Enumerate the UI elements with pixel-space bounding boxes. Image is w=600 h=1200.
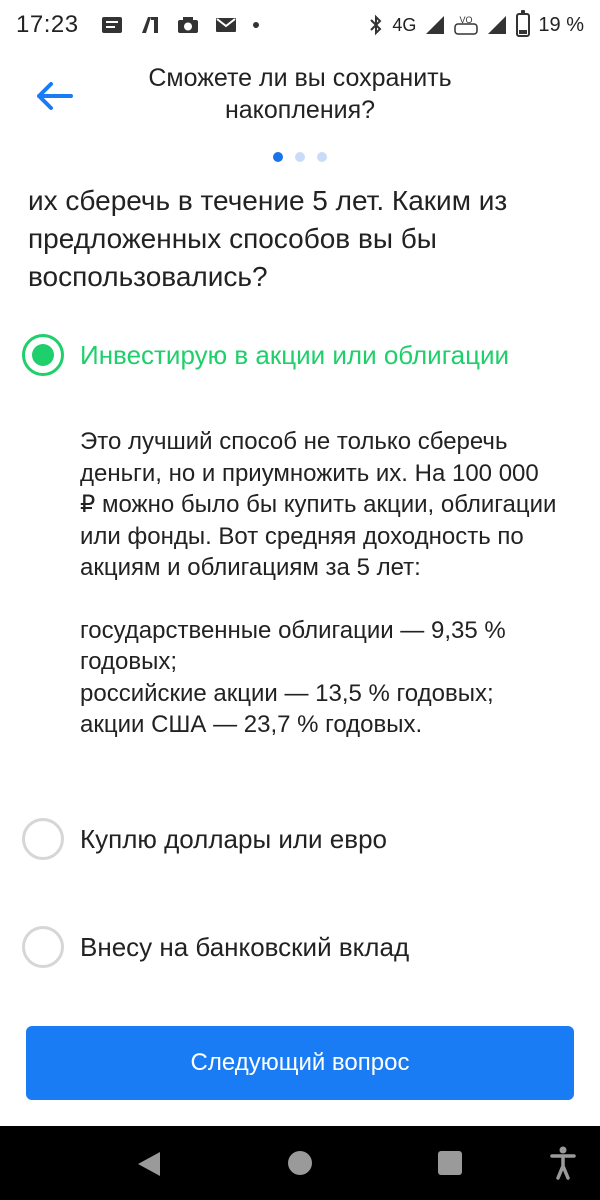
radio-unselected-icon[interactable] (22, 818, 64, 860)
accessibility-icon[interactable] (550, 1146, 576, 1180)
radio-selected-icon[interactable] (22, 334, 64, 376)
question-text: их сберечь в течение 5 лет. Каким из пре… (28, 185, 508, 292)
signal-icon-2 (488, 16, 507, 34)
yield-line: российские акции — 13,5 % годовых; (80, 679, 494, 707)
nav-recents-icon[interactable] (438, 1151, 462, 1175)
system-indicators: 4G VO 19 % (368, 10, 584, 37)
nav-home-icon[interactable] (288, 1151, 312, 1175)
option-label: Куплю доллары или евро (80, 823, 387, 854)
option-currency[interactable]: Куплю доллары или евро (22, 818, 387, 860)
pager-dot (273, 152, 283, 162)
nav-back-icon[interactable] (136, 1150, 162, 1178)
mail-icon (215, 18, 236, 32)
app-header: Сможете ли вы сохранить накопления? (0, 50, 600, 140)
camera-icon (177, 17, 198, 33)
status-bar: 17:23 4G VO 19 % (0, 0, 600, 50)
bluetooth-icon (370, 14, 382, 36)
battery-percent: 19 % (538, 13, 584, 36)
answer-explanation: Это лучший способ не только сберечь день… (80, 426, 560, 741)
yield-line: государственные облигации — 9,35 % годов… (80, 616, 506, 676)
signal-icon (426, 16, 445, 34)
status-time: 17:23 (16, 11, 79, 38)
explanation-paragraph: Это лучший способ не только сберечь день… (80, 428, 557, 581)
option-stocks-bonds[interactable]: Инвестирую в акции или облигации (22, 334, 509, 376)
arrow-left-icon (37, 82, 73, 110)
option-label: Внесу на банковский вклад (80, 931, 410, 962)
notification-icons (101, 15, 259, 35)
option-label: Инвестирую в акции или облигации (80, 339, 510, 370)
volte-icon: VO (454, 15, 479, 35)
back-button[interactable] (32, 74, 76, 118)
message-icon (101, 17, 122, 33)
question-content[interactable]: их сберечь в течение 5 лет. Каким из пре… (0, 168, 600, 1020)
battery-icon (516, 10, 531, 37)
pager-dots (0, 152, 600, 162)
more-notifications-dot (252, 22, 259, 28)
pager-dot (317, 152, 327, 162)
radio-unselected-icon[interactable] (22, 926, 64, 968)
pager-dot (295, 152, 305, 162)
yield-line: акции США — 23,7 % годовых. (80, 711, 423, 738)
next-question-button[interactable]: Следующий вопрос (26, 1026, 574, 1100)
svg-text:VO: VO (460, 15, 473, 25)
page-title: Сможете ли вы сохранить накопления? (148, 64, 452, 124)
option-deposit[interactable]: Внесу на банковский вклад (22, 926, 409, 968)
network-type: 4G (392, 14, 417, 35)
app-icon (141, 17, 158, 33)
system-nav-bar (0, 1126, 600, 1200)
